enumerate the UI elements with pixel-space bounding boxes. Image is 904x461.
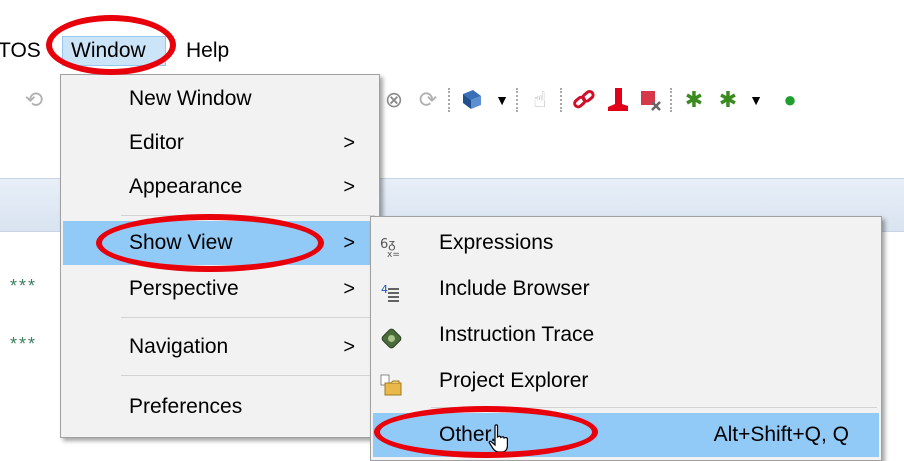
menu-item-label: Expressions xyxy=(439,231,554,254)
toolbar-dropdown-icon[interactable]: ▼ xyxy=(488,86,516,114)
menu-item-label: Navigation xyxy=(129,335,229,358)
svg-text:x=: x= xyxy=(387,250,400,259)
include-browser-icon: 4 xyxy=(379,277,405,302)
toolbar-terminate-icon[interactable] xyxy=(636,86,664,114)
toolbar-run-icon[interactable]: ● xyxy=(776,86,804,114)
toolbar-debug-config-icon[interactable]: ✱ xyxy=(714,86,742,114)
toolbar-step-icon[interactable]: ⟳ xyxy=(414,86,442,114)
toolbar-separator xyxy=(516,88,518,112)
menu-item-label: Preferences xyxy=(129,395,243,418)
menu-separator xyxy=(431,407,877,408)
editor-comment-line: *** xyxy=(10,276,38,296)
menu-bar: TOS Window Help xyxy=(0,28,904,74)
menu-item-appearance[interactable]: Appearance > xyxy=(63,165,377,209)
menu-item-label: Perspective xyxy=(129,277,239,300)
menu-item-perspective[interactable]: Perspective > xyxy=(63,267,377,311)
menu-item-other[interactable]: Other... Alt+Shift+Q, Q xyxy=(373,413,879,457)
menubar-item-tos[interactable]: TOS xyxy=(0,36,47,66)
menu-item-shortcut: Alt+Shift+Q, Q xyxy=(713,423,849,446)
menu-item-preferences[interactable]: Preferences xyxy=(63,385,377,429)
chevron-right-icon: > xyxy=(343,336,355,358)
toolbar-glasses-icon[interactable]: ⊗ xyxy=(380,86,408,114)
toolbar-hand-icon[interactable]: ☝ xyxy=(526,86,554,114)
chevron-right-icon: > xyxy=(343,278,355,300)
toolbar-separator xyxy=(560,88,562,112)
menu-item-label: Appearance xyxy=(129,175,243,198)
menu-item-include-browser[interactable]: 4 Include Browser xyxy=(373,267,879,311)
toolbar-refresh-icon[interactable]: ⟲ xyxy=(20,86,48,114)
menu-item-project-explorer[interactable]: Project Explorer xyxy=(373,359,879,403)
menu-item-editor[interactable]: Editor > xyxy=(63,121,377,165)
mouse-cursor-icon xyxy=(488,424,508,453)
menu-item-label: New Window xyxy=(129,87,252,110)
toolbar-separator xyxy=(448,88,450,112)
window-menu: New Window Editor > Appearance > Show Vi… xyxy=(60,74,380,438)
svg-text:4: 4 xyxy=(381,283,388,296)
menu-item-expressions[interactable]: 6ᵹ x= Expressions xyxy=(373,221,879,265)
menu-item-label: Show View xyxy=(129,231,233,254)
project-explorer-icon xyxy=(379,369,405,396)
toolbar-boot-icon[interactable] xyxy=(604,86,632,114)
menu-item-label: Include Browser xyxy=(439,277,590,300)
menu-item-label: Project Explorer xyxy=(439,369,589,392)
chevron-right-icon: > xyxy=(343,232,355,254)
menu-item-new-window[interactable]: New Window xyxy=(63,77,377,121)
menubar-item-help[interactable]: Help xyxy=(180,36,235,66)
instruction-trace-icon xyxy=(379,323,405,349)
menu-item-navigation[interactable]: Navigation > xyxy=(63,325,377,369)
show-view-submenu: 6ᵹ x= Expressions 4 Include Browser Instr… xyxy=(370,216,882,461)
expressions-icon: 6ᵹ x= xyxy=(379,231,405,260)
menu-item-label: Instruction Trace xyxy=(439,323,595,346)
menu-separator xyxy=(121,375,375,376)
toolbar-link-icon[interactable] xyxy=(570,86,598,114)
toolbar-debug-icon[interactable]: ✱ xyxy=(680,86,708,114)
toolbar-book-icon[interactable] xyxy=(458,86,486,114)
toolbar-dropdown-icon[interactable]: ▼ xyxy=(742,86,770,114)
menu-item-label: Editor xyxy=(129,131,184,154)
menubar-item-window[interactable]: Window xyxy=(62,36,166,66)
menu-separator xyxy=(121,317,375,318)
toolbar-separator xyxy=(670,88,672,112)
chevron-right-icon: > xyxy=(343,176,355,198)
menu-item-show-view[interactable]: Show View > xyxy=(63,221,377,265)
menu-item-instruction-trace[interactable]: Instruction Trace xyxy=(373,313,879,357)
menu-separator xyxy=(121,215,375,216)
editor-comment-line: *** xyxy=(10,334,38,354)
chevron-right-icon: > xyxy=(343,132,355,154)
